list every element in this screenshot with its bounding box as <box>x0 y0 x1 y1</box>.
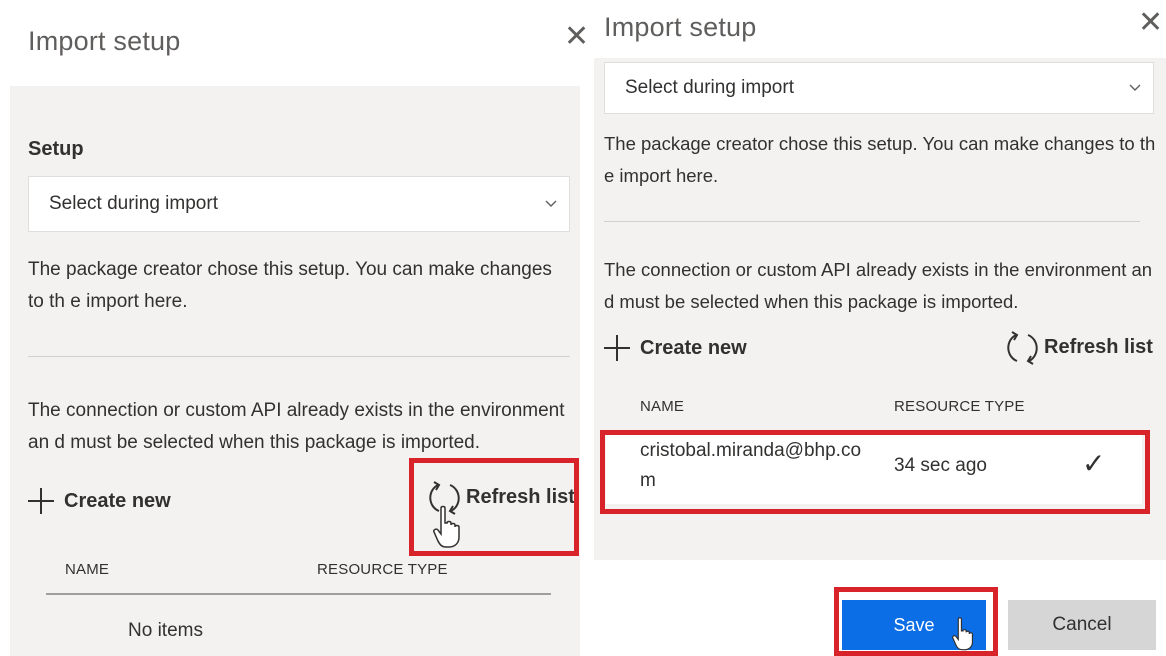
chevron-down-icon <box>1129 84 1141 91</box>
setup-dropdown-value: Select during import <box>49 193 218 214</box>
plus-icon <box>28 488 54 514</box>
setup-label: Setup <box>28 138 84 160</box>
connection-note: The connection or custom API already exi… <box>604 259 1153 312</box>
connection-note: The connection or custom API already exi… <box>28 400 565 453</box>
close-icon[interactable]: ✕ <box>1138 8 1163 38</box>
panel-title: Import setup <box>604 12 757 42</box>
create-new-button[interactable]: Create new <box>28 488 171 514</box>
setup-note: The package creator chose this setup. Yo… <box>604 133 1156 186</box>
setup-dropdown-value: Select during import <box>625 77 794 98</box>
setup-dropdown[interactable]: Select during import <box>28 176 570 232</box>
setup-content-area: Setup Select during import The package c… <box>10 86 580 656</box>
column-header-name: NAME <box>640 398 685 415</box>
import-setup-panel-right: Import setup ✕ Select during import The … <box>590 0 1166 656</box>
create-new-label: Create new <box>640 336 747 359</box>
refresh-icon <box>1007 331 1038 365</box>
table-header-divider <box>46 593 551 595</box>
divider <box>28 356 570 357</box>
refresh-list-label: Refresh list <box>1044 335 1153 358</box>
empty-state-text: No items <box>128 620 203 641</box>
column-header-resource-type: RESOURCE TYPE <box>894 398 1025 415</box>
chevron-down-icon <box>545 200 557 207</box>
divider <box>604 221 1140 222</box>
import-setup-panel-left: Import setup Setup Select during import … <box>0 0 590 656</box>
row-highlight-box <box>600 430 1150 514</box>
column-header-resource-type: RESOURCE TYPE <box>317 561 448 578</box>
hand-cursor-icon <box>952 617 974 651</box>
cancel-button[interactable]: Cancel <box>1008 600 1156 650</box>
panel-title: Import setup <box>28 26 181 56</box>
create-new-button[interactable]: Create new <box>604 335 747 361</box>
setup-note: The package creator chose this setup. Yo… <box>28 259 552 312</box>
refresh-list-button[interactable]: Refresh list <box>1006 328 1153 366</box>
hand-cursor-icon <box>433 505 460 548</box>
plus-icon <box>604 335 630 361</box>
save-label: Save <box>893 614 935 635</box>
setup-dropdown[interactable]: Select during import <box>604 62 1154 114</box>
create-new-label: Create new <box>64 489 171 512</box>
cancel-label: Cancel <box>1052 614 1112 635</box>
column-header-name: NAME <box>65 561 110 578</box>
close-icon[interactable]: ✕ <box>564 22 589 52</box>
